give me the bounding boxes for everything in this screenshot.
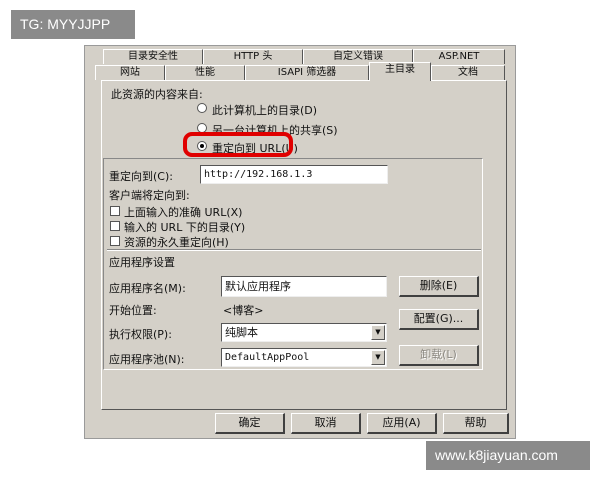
execute-permissions-value: 纯脚本 bbox=[225, 326, 258, 339]
check-exact-url[interactable] bbox=[110, 206, 120, 216]
app-name-input[interactable]: 默认应用程序 bbox=[221, 276, 387, 297]
watermark-top-left: TG: MYYJJPP bbox=[11, 10, 135, 39]
unload-button[interactable]: 卸载(L) bbox=[399, 345, 479, 366]
cancel-button[interactable]: 取消 bbox=[291, 413, 361, 434]
check-permanent-redirect[interactable] bbox=[110, 236, 120, 246]
app-name-label: 应用程序名(M): bbox=[109, 282, 186, 295]
chevron-down-icon[interactable]: ▼ bbox=[371, 325, 385, 340]
tab-isapi-filters[interactable]: ISAPI 筛选器 bbox=[245, 65, 369, 80]
tab-performance[interactable]: 性能 bbox=[165, 65, 245, 80]
radio-local-directory-label: 此计算机上的目录(D) bbox=[212, 104, 318, 117]
execute-permissions-label: 执行权限(P): bbox=[109, 328, 172, 341]
tab-http-headers[interactable]: HTTP 头 bbox=[203, 49, 303, 64]
remove-button[interactable]: 删除(E) bbox=[399, 276, 479, 297]
tab-home-directory[interactable]: 主目录 bbox=[369, 62, 431, 81]
radio-local-directory[interactable] bbox=[197, 103, 207, 113]
configure-button[interactable]: 配置(G)... bbox=[399, 309, 479, 330]
chevron-down-icon[interactable]: ▼ bbox=[371, 350, 385, 365]
app-settings-label: 应用程序设置 bbox=[109, 256, 175, 269]
redirect-url-input[interactable]: http://192.168.1.3 bbox=[200, 165, 388, 184]
redirect-label: 重定向到(C): bbox=[109, 170, 173, 183]
app-pool-label: 应用程序池(N): bbox=[109, 353, 185, 366]
watermark-bottom-right: www.k8jiayuan.com bbox=[426, 441, 590, 470]
client-redirect-label: 客户端将定向到: bbox=[109, 189, 190, 202]
divider bbox=[107, 249, 481, 251]
apply-button[interactable]: 应用(A) bbox=[367, 413, 437, 434]
ok-button[interactable]: 确定 bbox=[215, 413, 285, 434]
tab-website[interactable]: 网站 bbox=[95, 65, 165, 80]
start-point-label: 开始位置: bbox=[109, 304, 157, 317]
tab-documents[interactable]: 文档 bbox=[431, 65, 505, 80]
app-pool-value: DefaultAppPool bbox=[225, 352, 310, 363]
check-exact-url-label: 上面输入的准确 URL(X) bbox=[124, 206, 243, 219]
check-permanent-redirect-label: 资源的永久重定向(H) bbox=[124, 236, 229, 249]
check-directory-below[interactable] bbox=[110, 221, 120, 231]
properties-dialog: 目录安全性 HTTP 头 自定义错误 ASP.NET 网站 性能 ISAPI 筛… bbox=[84, 45, 516, 439]
source-label: 此资源的内容来自: bbox=[111, 88, 203, 101]
app-pool-select[interactable]: DefaultAppPool ▼ bbox=[221, 348, 387, 367]
help-button[interactable]: 帮助 bbox=[443, 413, 509, 434]
execute-permissions-select[interactable]: 纯脚本 ▼ bbox=[221, 323, 387, 342]
highlight-annotation bbox=[183, 132, 293, 157]
tab-directory-security[interactable]: 目录安全性 bbox=[103, 49, 203, 64]
start-point-value: <博客> bbox=[223, 304, 264, 317]
check-directory-below-label: 输入的 URL 下的目录(Y) bbox=[124, 221, 246, 234]
